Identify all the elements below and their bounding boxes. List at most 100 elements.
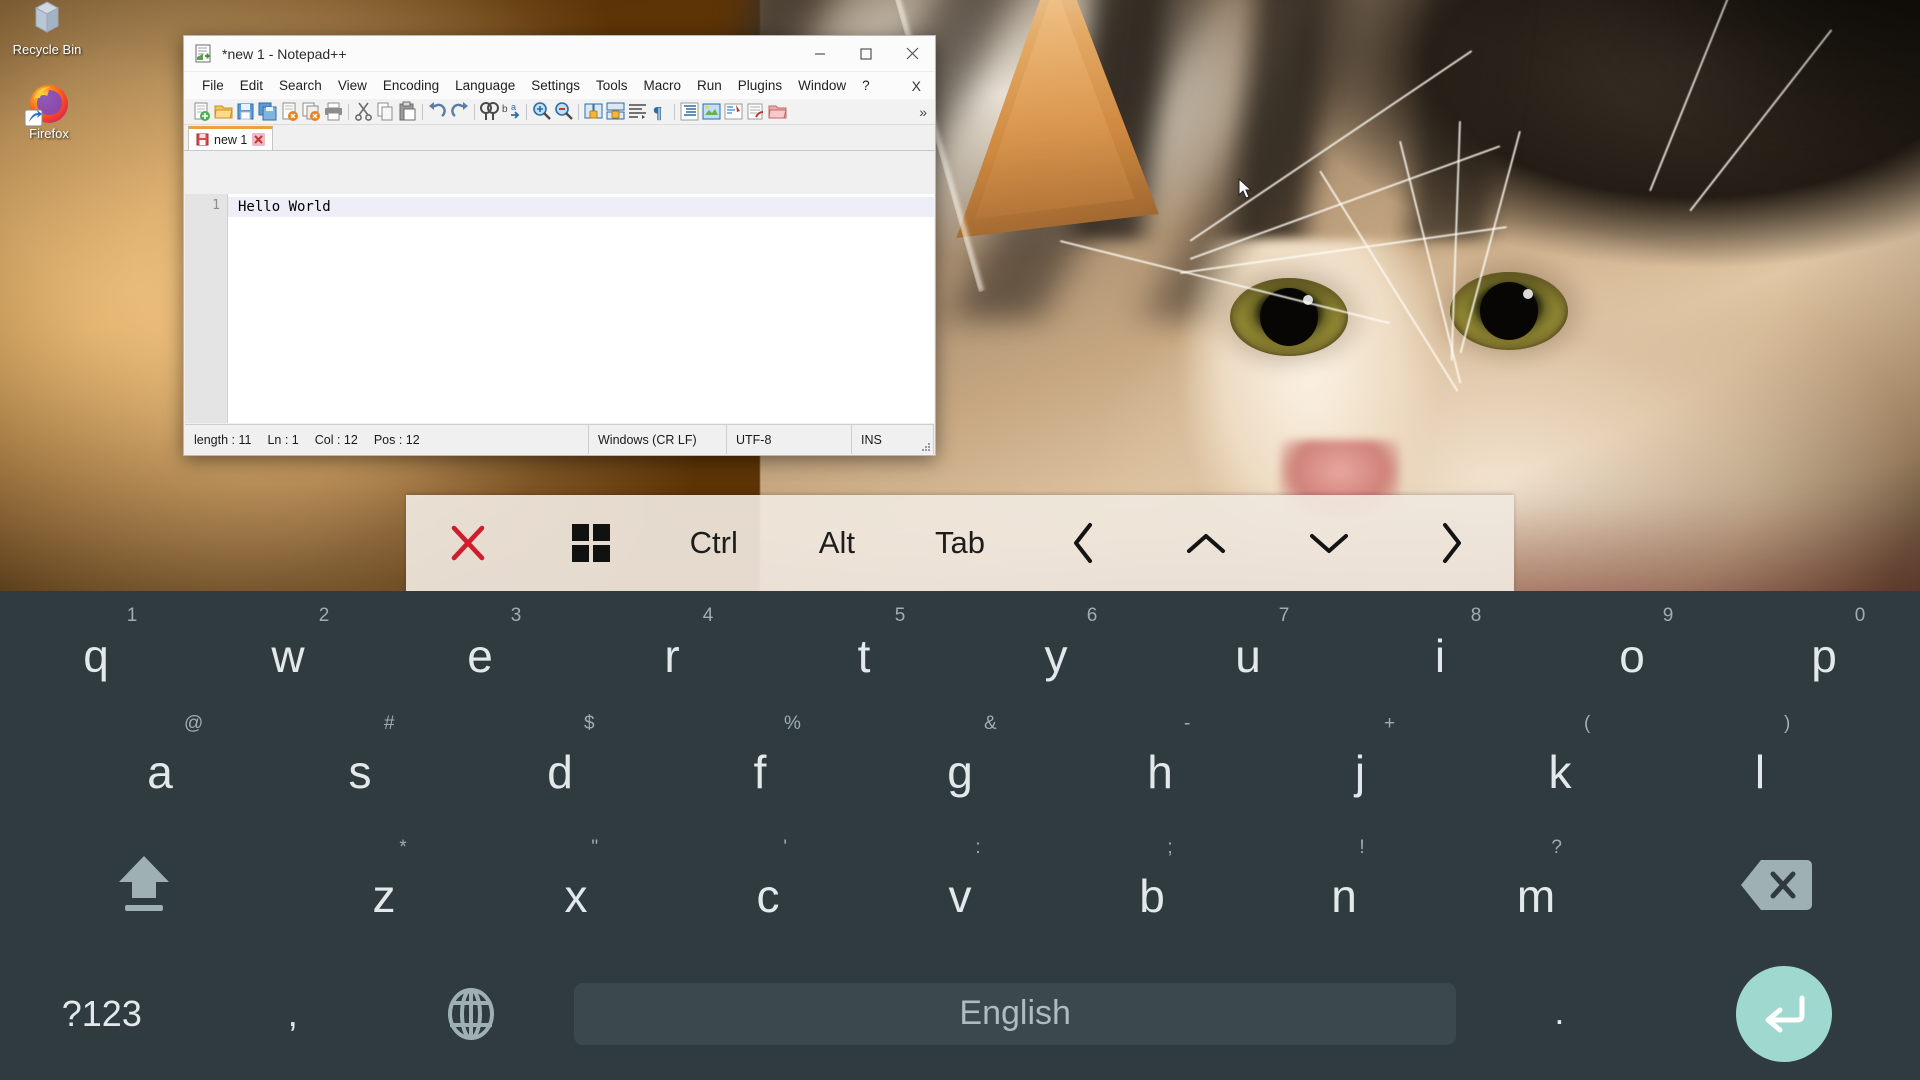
key-f[interactable]: % f (660, 699, 860, 823)
window-maximize-button[interactable] (843, 36, 889, 71)
replace-icon[interactable]: ba (501, 101, 522, 122)
zoom-out-icon[interactable] (553, 101, 574, 122)
menu-help[interactable]: ? (854, 75, 878, 96)
key-c[interactable]: ' c (672, 823, 864, 947)
language-switch-key[interactable] (382, 947, 560, 1080)
save-icon[interactable] (235, 101, 256, 122)
arrow-right-key-button[interactable] (1391, 495, 1514, 591)
desktop-icon-firefox[interactable]: Firefox (6, 78, 92, 142)
resize-grip-icon[interactable] (919, 440, 931, 452)
key-e[interactable]: 3e (384, 591, 576, 699)
code-text-area[interactable]: Hello World (228, 194, 934, 423)
toolbar-overflow-button[interactable]: » (919, 105, 935, 119)
paste-icon[interactable] (397, 101, 418, 122)
key-y[interactable]: 6y (960, 591, 1152, 699)
menu-run[interactable]: Run (689, 75, 730, 96)
redo-icon[interactable] (449, 101, 470, 122)
new-file-icon[interactable] (191, 101, 212, 122)
sync-horizontal-icon[interactable] (605, 101, 626, 122)
zoom-in-icon[interactable] (531, 101, 552, 122)
key-a[interactable]: @ a (60, 699, 260, 823)
key-g[interactable]: & g (860, 699, 1060, 823)
key-p[interactable]: 0p (1728, 591, 1920, 699)
menu-window[interactable]: Window (790, 75, 854, 96)
key-s[interactable]: # s (260, 699, 460, 823)
menu-file[interactable]: File (194, 75, 232, 96)
shift-key[interactable] (0, 823, 288, 947)
ui-user-define-icon[interactable] (701, 101, 722, 122)
ctrl-key-button[interactable]: Ctrl (652, 495, 775, 591)
key-r[interactable]: 4r (576, 591, 768, 699)
arrow-left-key-button[interactable] (1022, 495, 1145, 591)
undo-icon[interactable] (427, 101, 448, 122)
tab-key-button[interactable]: Tab (898, 495, 1021, 591)
toolbar[interactable]: ba ¶ » (184, 99, 935, 125)
tab-close-icon[interactable] (252, 133, 266, 146)
menubar-close-document-button[interactable]: X (912, 78, 935, 94)
key-b[interactable]: ; b (1056, 823, 1248, 947)
menubar[interactable]: File Edit Search View Encoding Language … (184, 72, 935, 99)
arrow-up-key-button[interactable] (1145, 495, 1268, 591)
document-map-icon[interactable] (723, 101, 744, 122)
key-u[interactable]: 7u (1152, 591, 1344, 699)
save-all-icon[interactable] (257, 101, 278, 122)
close-all-icon[interactable] (301, 101, 322, 122)
desktop-icon-recycle-bin[interactable]: Recycle Bin (4, 0, 90, 58)
menu-encoding[interactable]: Encoding (375, 75, 447, 96)
menu-plugins[interactable]: Plugins (730, 75, 790, 96)
print-icon[interactable] (323, 101, 344, 122)
key-n[interactable]: ! n (1248, 823, 1440, 947)
editor-area[interactable]: 1 Hello World (185, 194, 934, 423)
menu-language[interactable]: Language (447, 75, 523, 96)
key-t[interactable]: 5t (768, 591, 960, 699)
windows-key-button[interactable] (529, 495, 652, 591)
window-titlebar[interactable]: *new 1 - Notepad++ (184, 36, 935, 72)
symbols-key[interactable]: ?123 (0, 947, 204, 1080)
key-k[interactable]: (k (1460, 699, 1660, 823)
tabbar[interactable]: new 1 (184, 125, 935, 151)
folder-as-workspace-icon[interactable] (767, 101, 788, 122)
sync-vertical-icon[interactable] (583, 101, 604, 122)
key-z[interactable]: * z (288, 823, 480, 947)
backspace-key[interactable] (1632, 823, 1920, 947)
document-tab-new-1[interactable]: new 1 (188, 126, 274, 150)
key-v[interactable]: :v (864, 823, 1056, 947)
indent-guide-icon[interactable] (679, 101, 700, 122)
menu-tools[interactable]: Tools (588, 75, 636, 96)
enter-key[interactable] (1649, 947, 1920, 1080)
notepad-plus-plus-window[interactable]: *new 1 - Notepad++ File Edit Search View… (183, 35, 936, 456)
key-i[interactable]: 8i (1344, 591, 1536, 699)
find-icon[interactable] (479, 101, 500, 122)
on-screen-keyboard[interactable]: 1q 2w 3e 4r 5t 6y 7u 8i 9o 0p @ a # s $ d %… (0, 591, 1920, 1080)
function-list-icon[interactable] (745, 101, 766, 122)
copy-icon[interactable] (375, 101, 396, 122)
arrow-down-key-button[interactable] (1268, 495, 1391, 591)
key-m[interactable]: ? m (1440, 823, 1632, 947)
alt-key-button[interactable]: Alt (775, 495, 898, 591)
menu-macro[interactable]: Macro (636, 75, 690, 96)
keyboard-function-bar[interactable]: Ctrl Alt Tab (406, 495, 1514, 591)
key-w[interactable]: 2w (192, 591, 384, 699)
key-o[interactable]: 9o (1536, 591, 1728, 699)
word-wrap-icon[interactable] (627, 101, 648, 122)
window-close-button[interactable] (889, 36, 935, 71)
key-h[interactable]: -h (1060, 699, 1260, 823)
close-keyboard-button[interactable] (406, 495, 529, 591)
key-j[interactable]: + j (1260, 699, 1460, 823)
comma-key[interactable]: , (204, 947, 382, 1080)
cut-icon[interactable] (353, 101, 374, 122)
key-x[interactable]: " x (480, 823, 672, 947)
key-q[interactable]: 1q (0, 591, 192, 699)
menu-search[interactable]: Search (271, 75, 330, 96)
menu-settings[interactable]: Settings (523, 75, 588, 96)
show-all-chars-icon[interactable]: ¶ (649, 101, 670, 122)
open-file-icon[interactable] (213, 101, 234, 122)
key-l[interactable]: ) l (1660, 699, 1860, 823)
key-d[interactable]: $ d (460, 699, 660, 823)
space-key[interactable]: English (560, 947, 1470, 1080)
menu-edit[interactable]: Edit (232, 75, 271, 96)
period-key[interactable]: . (1470, 947, 1648, 1080)
window-minimize-button[interactable] (797, 36, 843, 71)
menu-view[interactable]: View (330, 75, 375, 96)
close-file-icon[interactable] (279, 101, 300, 122)
